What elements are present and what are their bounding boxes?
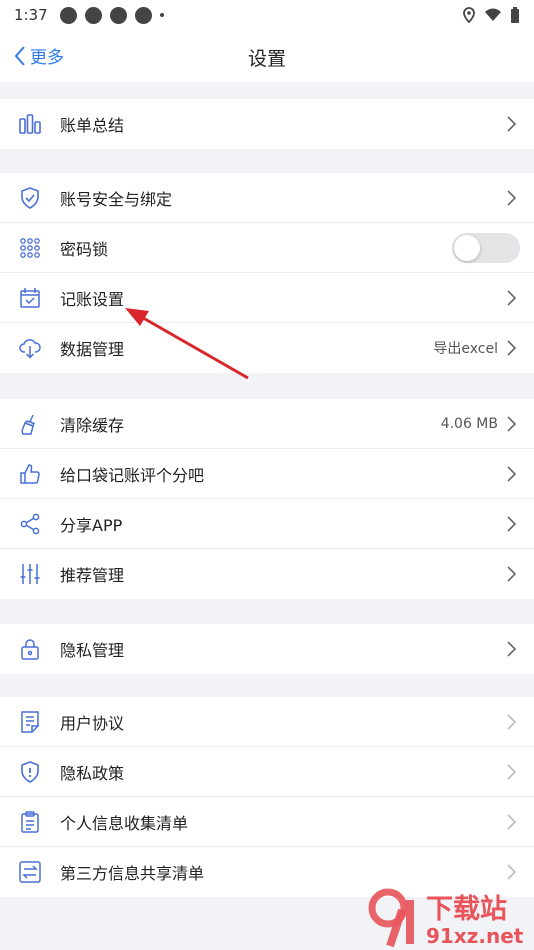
page-title: 设置 [247, 48, 286, 70]
watermark-logo [368, 888, 414, 948]
exchange-icon [18, 860, 42, 884]
chevron-right-icon [507, 864, 517, 880]
location-icon [463, 7, 475, 23]
settings-item-recommendation[interactable]: 推荐管理 [0, 549, 534, 599]
chevron-right-icon [507, 515, 517, 532]
chevron-right-icon [507, 116, 517, 132]
settings-item-label: 密码锁 [60, 239, 109, 259]
clipboard-icon [18, 810, 42, 834]
cache-size-value: 4.06 MB [440, 415, 498, 432]
settings-item-clear-cache[interactable]: 清除缓存 4.06 MB [0, 399, 534, 449]
broom-icon [18, 412, 42, 436]
settings-item-label: 清除缓存 [60, 415, 125, 435]
settings-item-label: 给口袋记账评个分吧 [60, 465, 205, 485]
settings-item-label: 隐私政策 [60, 763, 125, 783]
calendar-check-icon [18, 286, 42, 310]
watermark-text-cn: 下载站 [426, 894, 507, 925]
battery-icon [511, 6, 519, 23]
settings-item-label: 用户协议 [60, 713, 125, 733]
settings-item-bookkeeping[interactable]: 记账设置 [0, 273, 534, 323]
settings-item-label: 隐私管理 [60, 641, 125, 660]
wifi-icon [485, 8, 501, 21]
settings-item-label: 账号安全与绑定 [60, 189, 173, 209]
share-icon [18, 512, 42, 536]
settings-item-data-management[interactable]: 数据管理 导出excel [0, 323, 534, 373]
status-bar: 1:37 [0, 0, 534, 30]
status-time: 1:37 [14, 6, 48, 24]
notification-icon [84, 6, 102, 24]
settings-item-rate-app[interactable]: 给口袋记账评个分吧 [0, 449, 534, 499]
settings-item-account-security[interactable]: 账号安全与绑定 [0, 173, 534, 223]
more-notifications-icon [159, 13, 164, 17]
annotation-arrow [125, 308, 249, 380]
chevron-right-icon [507, 340, 517, 356]
settings-group-account: 账号安全与绑定 密码锁 记账设置 数据管理 导出excel [0, 173, 534, 373]
settings-item-label: 账单总结 [60, 116, 125, 135]
document-icon [18, 710, 42, 734]
settings-item-label: 推荐管理 [60, 566, 125, 585]
notification-icon [109, 6, 127, 24]
settings-item-personal-info-list[interactable]: 个人信息收集清单 [0, 797, 534, 847]
lock-icon [18, 637, 42, 661]
settings-item-share-app[interactable]: 分享APP [0, 499, 534, 549]
settings-group-bill: 账单总结 [0, 99, 534, 149]
chevron-right-icon [507, 813, 517, 830]
settings-item-password-lock[interactable]: 密码锁 [0, 223, 534, 273]
cloud-download-icon [18, 336, 42, 360]
thumbs-up-icon [18, 462, 42, 486]
notification-icons [59, 6, 164, 24]
settings-item-label: 第三方信息共享清单 [60, 864, 205, 883]
settings-item-privacy-policy[interactable]: 隐私政策 [0, 747, 534, 797]
notification-icon [134, 6, 152, 24]
chevron-right-icon [507, 566, 517, 582]
chevron-right-icon [507, 189, 517, 206]
chevron-right-icon [507, 415, 517, 432]
watermark-text-domain: 91xz.net [426, 924, 524, 948]
settings-item-label: 个人信息收集清单 [60, 813, 189, 833]
settings-group-privacy: 隐私管理 [0, 624, 534, 674]
chevron-right-icon [507, 465, 517, 482]
settings-item-user-agreement[interactable]: 用户协议 [0, 697, 534, 747]
keypad-icon [18, 236, 42, 260]
toggle-knob [454, 234, 480, 261]
shield-info-icon [18, 760, 42, 784]
chevron-right-icon [507, 763, 517, 780]
site-watermark: 下载站 91xz.net [360, 888, 530, 948]
notification-icon [59, 6, 77, 24]
password-lock-toggle[interactable] [452, 232, 520, 263]
shield-check-icon [18, 186, 42, 210]
chevron-right-icon [507, 289, 517, 306]
settings-item-label: 分享APP [60, 515, 123, 535]
sliders-icon [18, 562, 42, 586]
navigation-bar: 更多 设置 [0, 30, 534, 82]
export-excel-value: 导出excel [433, 341, 498, 357]
settings-group-legal: 用户协议 隐私政策 个人信息收集清单 第三方信息共享清单 [0, 697, 534, 897]
chevron-right-icon [507, 641, 517, 657]
chevron-right-icon [507, 713, 517, 730]
settings-item-privacy-management[interactable]: 隐私管理 [0, 624, 534, 674]
bar-chart-icon [18, 112, 42, 136]
settings-item-bill-summary[interactable]: 账单总结 [0, 99, 534, 149]
settings-group-app: 清除缓存 4.06 MB 给口袋记账评个分吧 分享APP 推荐管理 [0, 399, 534, 599]
